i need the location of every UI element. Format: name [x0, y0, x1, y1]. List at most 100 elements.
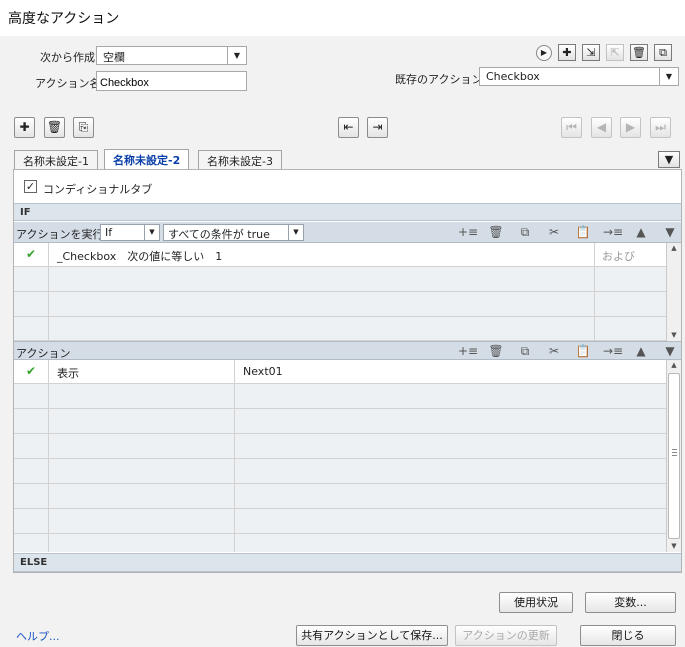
add-action-row-icon[interactable]: +≡ — [458, 343, 478, 359]
action-grid: ✔ 表示 Next01 — [14, 360, 666, 552]
scroll-down-icon[interactable]: ▼ — [667, 541, 681, 552]
tab-menu-icon[interactable]: ▼ — [658, 151, 680, 168]
action-name-input[interactable] — [96, 71, 247, 91]
conditional-tab-checkbox[interactable]: ✓ — [24, 180, 37, 193]
add-button[interactable]: ✚ — [14, 117, 35, 138]
create-from-dropdown[interactable]: 空欄 ▼ — [96, 46, 247, 65]
add-action-icon[interactable]: ✚ — [558, 44, 576, 61]
insert-icon[interactable]: →≡ — [603, 343, 623, 359]
move-right-button[interactable]: ⇥ — [367, 117, 388, 138]
move-left-button[interactable]: ⇤ — [338, 117, 359, 138]
table-row[interactable] — [14, 534, 666, 552]
copy-icon[interactable]: ⧉ — [516, 343, 534, 359]
if-section-header: IF — [14, 203, 681, 221]
table-row[interactable] — [14, 434, 666, 459]
trash-icon[interactable]: 🗑 — [630, 44, 648, 61]
scroll-up-icon[interactable]: ▲ — [667, 243, 681, 254]
tab-2[interactable]: 名称未設定-2 — [104, 149, 190, 169]
chevron-down-icon: ▼ — [144, 225, 159, 240]
table-row[interactable] — [14, 484, 666, 509]
move-down-icon[interactable]: ▼ — [661, 343, 679, 359]
existing-actions-label: 既存のアクション: — [395, 73, 487, 86]
variables-button[interactable]: 変数... — [585, 592, 676, 613]
prev-icon: ◀ — [591, 117, 612, 138]
table-row[interactable]: ✔ 表示 Next01 — [14, 360, 666, 384]
help-link[interactable]: ヘルプ... — [16, 628, 60, 644]
if-label: IF — [20, 207, 31, 218]
row-check-cell: ✔ — [14, 243, 49, 266]
else-section-header[interactable]: ELSE — [14, 553, 681, 572]
save-shared-button[interactable]: 共有アクションとして保存... — [296, 625, 448, 646]
conditional-tab-label: コンディショナルタブ — [43, 183, 153, 196]
create-from-label: 次から作成: — [40, 51, 99, 64]
paste-icon[interactable]: 📋 — [574, 343, 592, 359]
tab-1[interactable]: 名称未設定-1 — [14, 150, 98, 169]
action-name-label: アクション名: — [35, 77, 105, 90]
cut-icon[interactable]: ✂ — [545, 224, 563, 240]
next-icon: ▶ — [620, 117, 641, 138]
if-toolbar: アクションを実行: If ▼ すべての条件が true ▼ +≡ 🗑 ⧉ ✂ 📋… — [14, 222, 681, 243]
table-row[interactable] — [14, 292, 666, 317]
existing-actions-dropdown[interactable]: Checkbox ▼ — [479, 67, 679, 86]
move-up-icon[interactable]: ▲ — [632, 343, 650, 359]
copy-icon[interactable]: ⧉ — [516, 224, 534, 240]
update-action-button: アクションの更新 — [455, 625, 557, 646]
export-icon: ⇱ — [606, 44, 624, 61]
scroll-thumb[interactable] — [668, 373, 680, 539]
delete-button[interactable]: 🗑 — [44, 117, 65, 138]
check-icon: ✔ — [25, 364, 37, 378]
scroll-up-icon[interactable]: ▲ — [667, 360, 681, 371]
last-icon: ⏭ — [650, 117, 671, 138]
scroll-down-icon[interactable]: ▼ — [667, 330, 681, 341]
window-title: 高度なアクション — [8, 11, 120, 27]
trash-icon[interactable]: 🗑 — [487, 343, 505, 359]
paste-icon[interactable]: 📋 — [574, 224, 592, 240]
move-down-icon[interactable]: ▼ — [661, 224, 679, 240]
tab-2-label: 名称未設定-2 — [113, 154, 181, 167]
add-condition-icon[interactable]: +≡ — [458, 224, 478, 240]
tab-3-label: 名称未設定-3 — [207, 155, 273, 168]
run-action-label: アクションを実行: — [16, 228, 108, 241]
action-target: Next01 — [243, 365, 283, 378]
else-label: ELSE — [20, 557, 48, 568]
condition-expression: _Checkbox 次の値に等しい 1 — [57, 250, 223, 263]
tab-3[interactable]: 名称未設定-3 — [198, 150, 282, 169]
close-button[interactable]: 閉じる — [580, 625, 676, 646]
table-row[interactable] — [14, 459, 666, 484]
usage-button[interactable]: 使用状況 — [499, 592, 573, 613]
run-action-value: If — [105, 226, 113, 239]
table-row[interactable]: ✔ _Checkbox 次の値に等しい 1 および — [14, 243, 666, 267]
existing-actions-value: Checkbox — [486, 70, 540, 83]
duplicate-icon[interactable]: ⧉ — [654, 44, 672, 61]
chevron-down-icon: ▼ — [288, 225, 303, 240]
row-check-cell: ✔ — [14, 360, 49, 383]
action-toolbar: アクション +≡ 🗑 ⧉ ✂ 📋 →≡ ▲ ▼ — [14, 341, 681, 360]
create-from-value: 空欄 — [103, 51, 125, 64]
chevron-down-icon: ▼ — [659, 68, 678, 85]
action-name: 表示 — [57, 367, 79, 380]
join-operator: および — [602, 250, 635, 263]
action-scrollbar[interactable]: ▲ ▼ — [666, 360, 681, 552]
trash-icon[interactable]: 🗑 — [487, 224, 505, 240]
divider — [234, 360, 235, 384]
play-icon[interactable]: ▶ — [536, 45, 552, 61]
divider — [594, 243, 595, 267]
first-icon: ⏮ — [561, 117, 582, 138]
table-row[interactable] — [14, 267, 666, 292]
check-icon: ✔ — [25, 247, 37, 261]
condition-value: すべての条件が true — [168, 228, 270, 241]
copy-button[interactable]: ⎘ — [73, 117, 94, 138]
table-row[interactable] — [14, 409, 666, 434]
if-scrollbar[interactable]: ▲ ▼ — [666, 243, 681, 341]
table-row[interactable] — [14, 317, 666, 341]
run-action-dropdown[interactable]: If ▼ — [100, 224, 160, 241]
tab-1-label: 名称未設定-1 — [23, 155, 89, 168]
import-icon[interactable]: ⇲ — [582, 44, 600, 61]
action-section-header: アクション — [16, 347, 71, 360]
insert-icon[interactable]: →≡ — [603, 224, 623, 240]
move-up-icon[interactable]: ▲ — [632, 224, 650, 240]
condition-dropdown[interactable]: すべての条件が true ▼ — [163, 224, 304, 241]
table-row[interactable] — [14, 384, 666, 409]
cut-icon[interactable]: ✂ — [545, 343, 563, 359]
table-row[interactable] — [14, 509, 666, 534]
